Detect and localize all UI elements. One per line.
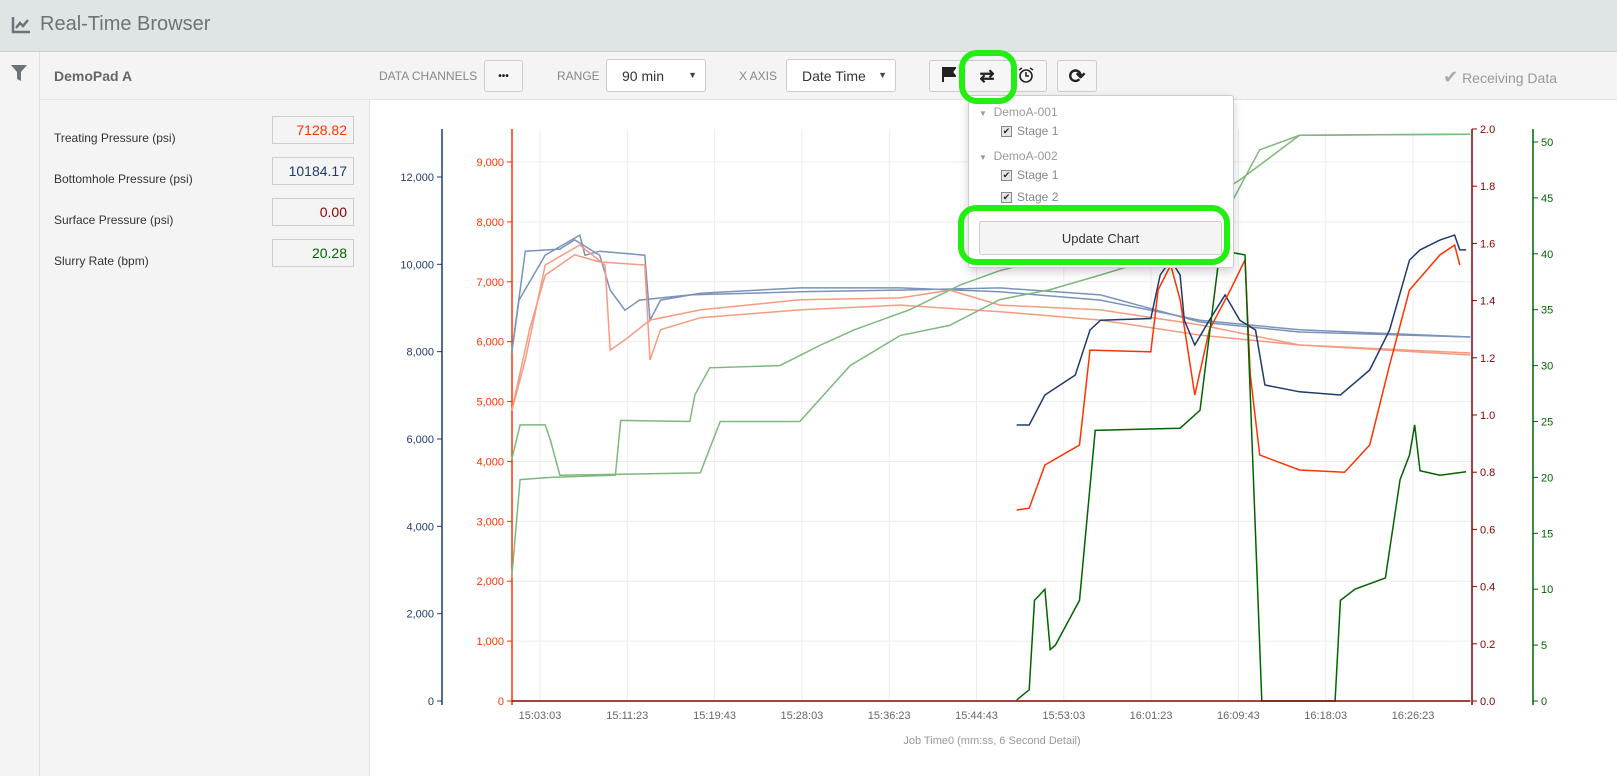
well-stage-dropdown: ▼ DemoA-001 ✔ Stage 1 ▼ DemoA-002 ✔ Stage …	[968, 95, 1234, 268]
x-tick-label: 15:11:23	[606, 710, 648, 722]
rate-tick-label: 25	[1541, 417, 1553, 429]
tp-tick-label: 6,000	[476, 337, 504, 349]
stage-label: Stage 1	[1017, 124, 1059, 138]
x-tick-label: 15:19:43	[693, 710, 736, 722]
tp-tick-label: 2,000	[476, 576, 504, 588]
rate-tick-label: 40	[1541, 249, 1553, 261]
stage-label: Stage 1	[1017, 168, 1059, 182]
x-tick-label: 16:26:23	[1392, 710, 1435, 722]
update-chart-button[interactable]: Update Chart	[979, 221, 1222, 255]
bhp-tick-label: 12,000	[400, 172, 434, 184]
line-chart: 15:03:03 15:11:23 15:19:43 15:28:03 15:36:23…	[400, 124, 1553, 747]
rate-tick-label: 0	[1541, 696, 1547, 708]
x-tick-label: 15:44:43	[955, 710, 998, 722]
rate-tick-label: 35	[1541, 305, 1553, 317]
caret-down-icon: ▼	[979, 109, 987, 118]
bhp-tick-label: 2,000	[406, 609, 434, 621]
tp-tick-label: 0	[498, 696, 504, 708]
sp-tick-label: 0.6	[1480, 524, 1495, 536]
rate-tick-label: 30	[1541, 361, 1553, 373]
sp-tick-label: 1.4	[1480, 296, 1495, 308]
checkbox-checked[interactable]: ✔	[1001, 169, 1012, 181]
x-tick-label: 16:18:03	[1304, 710, 1347, 722]
x-axis-title: Job Time0 (mm:ss, 6 Second Detail)	[903, 735, 1080, 747]
caret-down-icon: ▼	[979, 153, 987, 162]
stage-label: Stage 2	[1017, 190, 1059, 204]
tp-tick-label: 9,000	[476, 157, 504, 169]
sp-tick-label: 0.4	[1480, 582, 1495, 594]
group-demoa-001[interactable]: ▼ DemoA-001	[979, 105, 1058, 119]
x-tick-label: 15:28:03	[780, 710, 823, 722]
rate-tick-label: 50	[1541, 137, 1553, 149]
bhp-tick-label: 0	[428, 696, 434, 708]
sp-tick-label: 1.6	[1480, 238, 1495, 250]
sp-tick-label: 1.2	[1480, 353, 1495, 365]
tp-tick-label: 5,000	[476, 397, 504, 409]
tp-tick-label: 4,000	[476, 456, 504, 468]
tp-tick-label: 7,000	[476, 277, 504, 289]
sp-tick-label: 1.8	[1480, 181, 1495, 193]
tp-tick-label: 3,000	[476, 516, 504, 528]
x-tick-label: 15:03:03	[519, 710, 562, 722]
bhp-tick-label: 6,000	[406, 434, 434, 446]
bhp-tick-label: 8,000	[406, 347, 434, 359]
x-tick-label: 15:36:23	[868, 710, 911, 722]
group-demoa-002[interactable]: ▼ DemoA-002	[979, 149, 1058, 163]
rate-tick-label: 45	[1541, 193, 1553, 205]
x-tick-label: 15:53:03	[1042, 710, 1085, 722]
sp-tick-label: 0.8	[1480, 467, 1495, 479]
stage-checkbox[interactable]: ✔ Stage 1	[1001, 168, 1058, 182]
checkbox-checked[interactable]: ✔	[1001, 191, 1012, 203]
sp-tick-label: 0.0	[1480, 696, 1495, 708]
rate-tick-label: 10	[1541, 584, 1553, 596]
series-line-2	[510, 244, 1471, 412]
tp-tick-label: 1,000	[476, 636, 504, 648]
stage-checkbox[interactable]: ✔ Stage 1	[1001, 124, 1058, 138]
tp-tick-label: 8,000	[476, 217, 504, 229]
rate-tick-label: 15	[1541, 528, 1553, 540]
group-name: DemoA-002	[993, 149, 1058, 163]
sp-tick-label: 1.0	[1480, 410, 1495, 422]
rate-tick-label: 20	[1541, 472, 1553, 484]
sp-tick-label: 2.0	[1480, 124, 1495, 136]
x-tick-label: 16:09:43	[1217, 710, 1260, 722]
x-tick-label: 16:01:23	[1130, 710, 1173, 722]
bhp-tick-label: 4,000	[406, 521, 434, 533]
checkbox-checked[interactable]: ✔	[1001, 125, 1012, 137]
sp-tick-label: 0.2	[1480, 639, 1495, 651]
bhp-tick-label: 10,000	[400, 259, 434, 271]
rate-tick-label: 5	[1541, 640, 1547, 652]
stage-checkbox[interactable]: ✔ Stage 2	[1001, 190, 1058, 204]
group-name: DemoA-001	[993, 105, 1058, 119]
